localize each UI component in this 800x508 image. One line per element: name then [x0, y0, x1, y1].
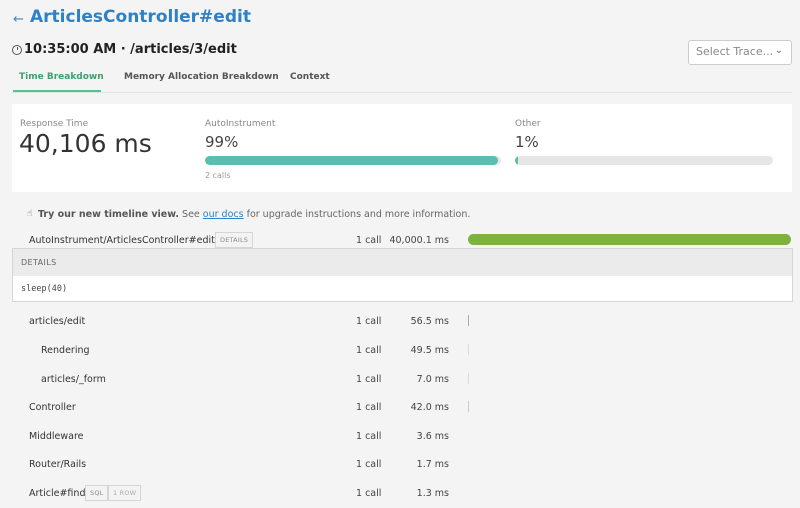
docs-link[interactable]: our docs — [203, 209, 244, 220]
tab-context[interactable]: Context — [290, 72, 330, 82]
row-time: 56.5 ms — [410, 316, 449, 327]
banner-text-2: for upgrade instructions and more inform… — [243, 209, 471, 220]
row-time: 49.5 ms — [410, 345, 449, 356]
details-header: DETAILS — [13, 249, 792, 276]
other-bar — [515, 156, 773, 165]
main-row-name[interactable]: AutoInstrument/ArticlesController#edit:2… — [29, 235, 230, 246]
row-bar-tick — [468, 344, 469, 355]
details-badge[interactable]: DETAILS — [215, 232, 254, 248]
banner-bold-text: Try our new timeline view. — [38, 209, 180, 220]
row-article-find[interactable]: Article#find — [29, 488, 85, 499]
row-bar-tick — [468, 315, 469, 326]
main-row-bar — [468, 234, 791, 245]
row-time: 3.6 ms — [416, 431, 449, 442]
select-trace-placeholder: Select Trace... — [696, 45, 774, 58]
autoinstrument-percent: 99% — [205, 133, 239, 151]
row-rendering[interactable]: Rendering — [41, 345, 90, 356]
row-time: 1.3 ms — [416, 488, 449, 499]
other-label: Other — [515, 119, 541, 129]
row-bar-tick — [468, 373, 469, 384]
response-time-value: 40,106 ms — [19, 129, 152, 158]
select-trace-dropdown[interactable]: Select Trace... ⌄ — [688, 40, 792, 65]
clock-icon — [12, 45, 22, 55]
chevron-down-icon: ⌄ — [774, 45, 783, 56]
row-time: 1.7 ms — [416, 459, 449, 470]
autoinstrument-bar-fill — [205, 156, 499, 165]
details-heading: DETAILS — [21, 258, 57, 267]
row-bar-tick — [468, 401, 469, 412]
row-articles-edit[interactable]: articles/edit — [29, 316, 85, 327]
details-panel: DETAILS sleep(40) — [12, 248, 793, 302]
tab-time-breakdown[interactable]: Time Breakdown — [19, 72, 104, 82]
tabs-divider — [12, 92, 792, 93]
other-percent: 1% — [515, 133, 539, 151]
row-count-badge: 1 ROW — [108, 485, 142, 501]
autoinstrument-bar — [205, 156, 501, 165]
row-time: 7.0 ms — [416, 374, 449, 385]
timeline-banner: Try our new timeline view. See our docs … — [38, 209, 470, 220]
row-time: 42.0 ms — [410, 402, 449, 413]
back-arrow-icon[interactable]: ← — [13, 12, 24, 27]
page-title: ArticlesController#edit — [30, 7, 251, 27]
pointing-hand-icon: ☝ — [27, 209, 33, 219]
trace-subtitle: 10:35:00 AM · /articles/3/edit — [24, 42, 237, 57]
row-controller[interactable]: Controller — [29, 402, 76, 413]
banner-text-1: See — [179, 209, 203, 220]
details-code: sleep(40) — [21, 284, 68, 294]
tab-memory-allocation[interactable]: Memory Allocation Breakdown — [124, 72, 279, 82]
autoinstrument-calls: 2 calls — [205, 171, 231, 180]
main-row-time: 40,000.1 ms — [389, 235, 449, 246]
other-bar-fill — [515, 156, 518, 165]
row-router-rails[interactable]: Router/Rails — [29, 459, 86, 470]
autoinstrument-label: AutoInstrument — [205, 119, 276, 129]
response-time-label: Response Time — [20, 119, 89, 129]
sql-badge[interactable]: SQL — [85, 485, 109, 501]
row-articles-form[interactable]: articles/_form — [41, 374, 106, 385]
row-middleware[interactable]: Middleware — [29, 431, 84, 442]
